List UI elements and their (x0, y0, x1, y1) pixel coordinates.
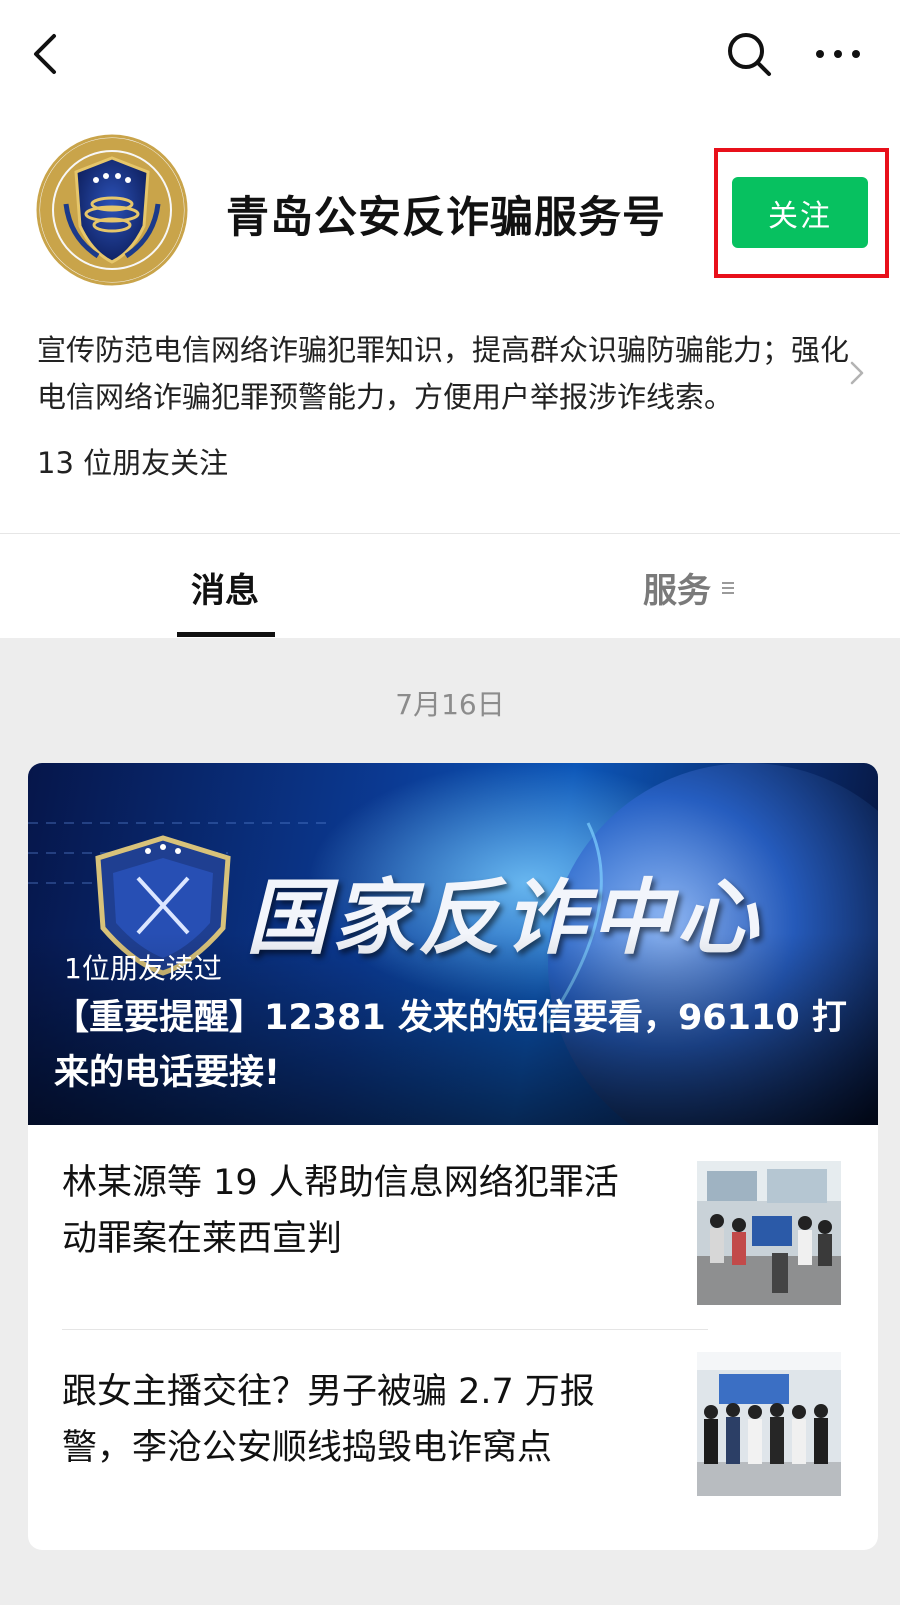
courtroom-photo (697, 1161, 841, 1305)
article-title: 林某源等 19 人帮助信息网络犯罪活动罪案在莱西宣判 (62, 1163, 619, 1259)
follow-button[interactable]: 关注 (732, 177, 868, 248)
account-logo[interactable] (36, 134, 188, 286)
article-divider (62, 1329, 708, 1330)
search-button[interactable] (725, 30, 773, 78)
article-thumbnail (697, 1161, 841, 1305)
message-feed: 7月16日 国家反诈中心 1位朋友读过 【重要提醒】12381 发来的短信要看，… (0, 638, 900, 1605)
top-bar (0, 0, 900, 110)
article-title: 跟女主播交往？男子被骗 2.7 万报警，李沧公安顺线捣毁电诈窝点 (62, 1372, 595, 1468)
description-arrow[interactable] (848, 360, 866, 386)
account-name: 青岛公安反诈骗服务号 (226, 193, 666, 243)
chevron-left-icon (34, 34, 56, 74)
article-item[interactable]: 跟女主播交往？男子被骗 2.7 万报警，李沧公安顺线捣毁电诈窝点 (28, 1338, 878, 1538)
back-button[interactable] (28, 30, 68, 78)
suspects-photo (697, 1352, 841, 1496)
article-thumbnail (697, 1352, 841, 1496)
tab-services-label: 服务 (643, 571, 711, 611)
search-icon (728, 33, 771, 76)
more-dots-icon (816, 50, 860, 58)
more-button[interactable] (814, 36, 862, 72)
tab-divider (0, 533, 900, 534)
featured-article[interactable]: 国家反诈中心 1位朋友读过 【重要提醒】12381 发来的短信要看，96110 … (28, 763, 878, 1125)
featured-article-title: 【重要提醒】12381 发来的短信要看，96110 打来的电话要接! (54, 998, 847, 1093)
date-label: 7月16日 (395, 688, 505, 721)
article-item[interactable]: 林某源等 19 人帮助信息网络犯罪活动罪案在莱西宣判 (28, 1125, 878, 1325)
menu-lines-icon (722, 581, 734, 594)
active-tab-indicator (177, 632, 275, 637)
article-card: 国家反诈中心 1位朋友读过 【重要提醒】12381 发来的短信要看，96110 … (28, 763, 878, 1550)
police-badge-icon (36, 134, 188, 286)
tab-messages[interactable]: 消息 (191, 563, 259, 612)
friends-following-count[interactable]: 13 位朋友关注 (37, 440, 228, 482)
tab-services[interactable]: 服务 (643, 563, 735, 612)
read-by-friends: 1位朋友读过 (64, 952, 222, 985)
chevron-right-icon (850, 361, 864, 385)
account-description[interactable]: 宣传防范电信网络诈骗犯罪知识，提高群众识骗防骗能力；强化电信网络诈骗犯罪预警能力… (37, 327, 852, 421)
